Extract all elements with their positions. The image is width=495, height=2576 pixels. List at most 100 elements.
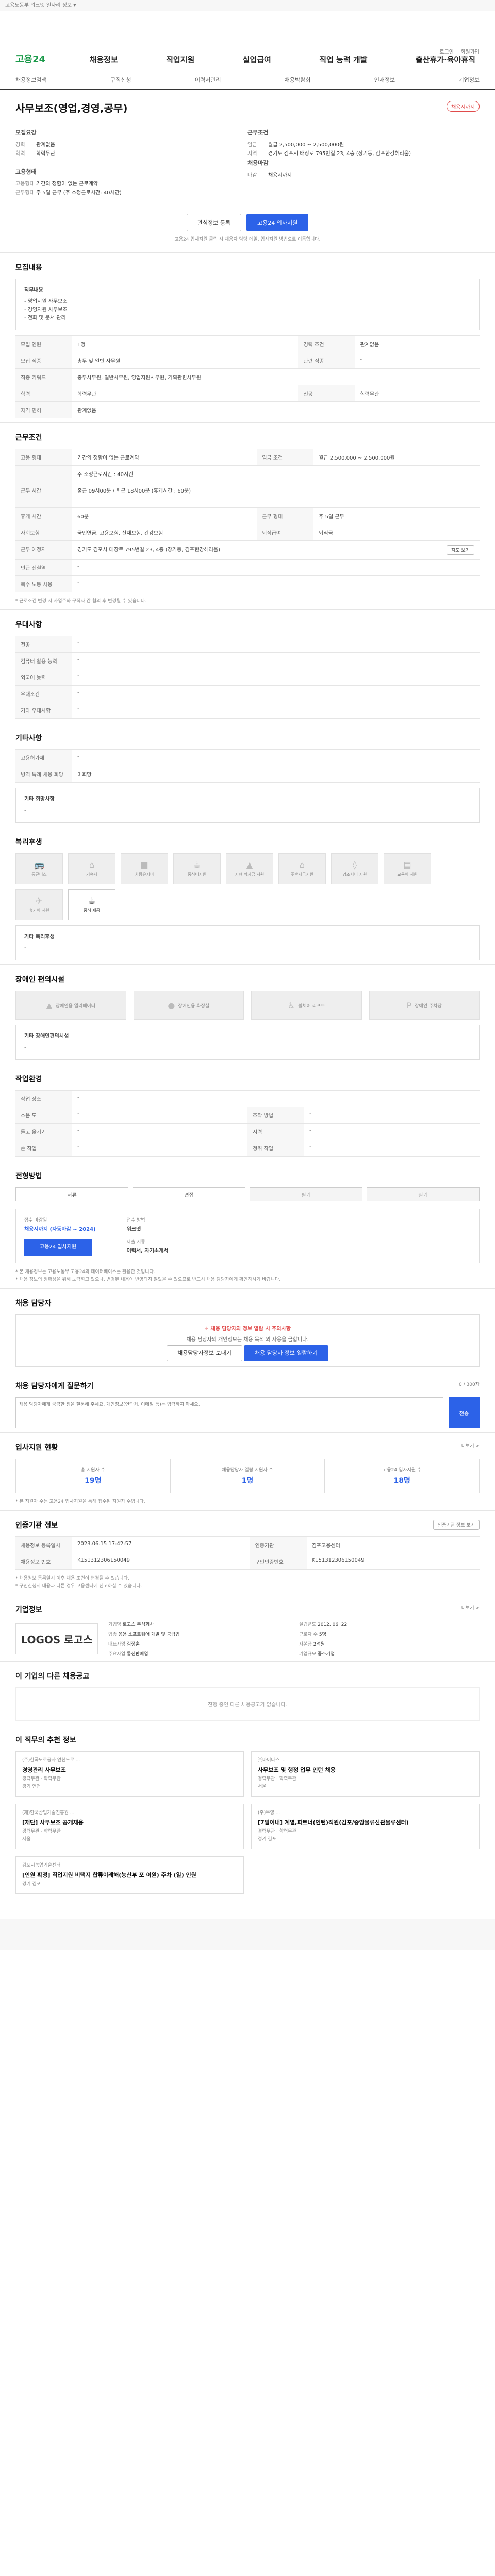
nav-career-support[interactable]: 직업지원 xyxy=(162,48,199,71)
job-title: 사무보조(영업,경영,공무) xyxy=(15,102,128,114)
table-row: 병역 특례 채용 희망 미희망 xyxy=(15,766,480,783)
subnav-apply[interactable]: 구직신청 xyxy=(110,71,131,89)
action-buttons: 관심정보 등록 고용24 입사지원 xyxy=(0,206,495,235)
table-row: 모집 직종 총무 및 일반 사무원 관련 직종 - xyxy=(15,352,480,369)
section-others: 이 기업의 다른 채용공고 진행 중인 다른 채용공고가 없습니다. xyxy=(0,1661,495,1725)
subnav-resume[interactable]: 이력서관리 xyxy=(195,71,221,89)
section-prefs: 우대사항 전공 - 컴퓨터 활용 능력 - 외국어 능력 - 우대조건 - 기타 우대사… xyxy=(0,609,495,723)
parking-icon: P xyxy=(406,1000,412,1010)
job-desc-table: 모집 인원 1명 경력 조건 관계없음 모집 직종 총무 및 일반 사무원 관련 직종 - … xyxy=(15,335,480,418)
summary-row: 근무형태 주 5일 근무 (주 소정근로시간: 40시간) xyxy=(15,190,122,196)
etc-box: 기타 희망사항 - xyxy=(15,788,480,823)
warning-icon: ⚠ xyxy=(204,1326,211,1332)
section-title: 전형방법 xyxy=(15,1172,42,1180)
welfare-item-active: ☕ 중식 제공 xyxy=(68,889,116,920)
home-icon: ⌂ xyxy=(299,860,305,870)
disability-box: 기타 장애인편의시설 - xyxy=(15,1025,480,1060)
summary-conditions: 근무조건 임금 월급 2,500,000 ~ 2,500,000원 지역 경기도 김… xyxy=(248,128,480,197)
welfare-item: ▲ 자녀 학자금 지원 xyxy=(226,853,273,884)
send-question-button[interactable]: 전송 xyxy=(449,1397,480,1428)
table-row: 학력 학력무관 전공 학력무관 xyxy=(15,385,480,402)
box-line: - 영업지원 사무보조 xyxy=(24,299,68,304)
table-row: 작업 장소 - xyxy=(15,1090,480,1107)
process-apply-button[interactable]: 고용24 입사지원 xyxy=(24,1239,92,1256)
welfare-box: 기타 복리후생 - xyxy=(15,925,480,960)
welfare-grid: 🚌 통근버스 ⌂ 기숙사 ■ 차량유지비 ☕ 중식비지원 ▲ 자녀 학자금 지원 ⌂ 주택자… xyxy=(15,853,480,920)
process-notes: * 본 채용정보는 고용노동부 고용24의 데이터베이스를 활용한 것입니다. … xyxy=(15,1269,281,1282)
table-row: 채용정보 등록일시 2023.06.15 17:42:57 인증기관 김포고용센터 xyxy=(15,1536,480,1553)
nav-unemployment[interactable]: 실업급여 xyxy=(239,48,275,71)
step-practical: 실기 xyxy=(367,1187,480,1201)
step-interview: 면접 xyxy=(133,1187,245,1201)
elevator-icon: ▲ xyxy=(46,1000,53,1010)
table-row: 근무 시간 출근 09시00분 / 퇴근 18시00분 (휴게시간 : 60분) xyxy=(15,482,480,508)
info-button[interactable]: 인증기관 정보 보기 xyxy=(433,1520,480,1530)
welfare-item: 🚌 통근버스 xyxy=(15,853,63,884)
facility-item: ▲ 장애인용 엘리베이터 xyxy=(15,991,126,1020)
send-contact-button[interactable]: 채용담당자정보 보내기 xyxy=(167,1345,242,1361)
table-row: 손 작업 - 청취 작업 - xyxy=(15,1140,480,1157)
similar-cards: (주)한국도로공사 연천도로 ... 경영관리 사무보조 경력무관 · 학력무관… xyxy=(15,1751,480,1894)
welfare-item: ⌂ 기숙사 xyxy=(68,853,116,884)
map-button[interactable]: 지도 보기 xyxy=(447,545,474,555)
signup-link[interactable]: 회원가입 xyxy=(460,49,480,55)
footer xyxy=(0,1919,495,1950)
step-written: 필기 xyxy=(250,1187,362,1201)
job-card[interactable]: (재)한국산업기술진흥원 ... [재단] 사무보조 공개채용 경력무관 · 학… xyxy=(15,1804,244,1849)
wheelchair-icon: ♿ xyxy=(287,1000,295,1010)
house-icon: ⌂ xyxy=(89,860,95,870)
table-row: 들고 옮기기 - 시력 - xyxy=(15,1123,480,1140)
subnav-fair[interactable]: 채용박람회 xyxy=(285,71,311,89)
char-count: 0 / 300자 xyxy=(459,1382,480,1387)
subnav-search[interactable]: 채용정보검색 xyxy=(15,71,47,89)
question-input[interactable] xyxy=(15,1397,443,1428)
site-logo[interactable]: 고용24 xyxy=(15,48,45,71)
header: 로그인 회원가입 xyxy=(0,11,495,55)
welfare-item: ⌂ 주택자금지원 xyxy=(278,853,326,884)
table-row: 우대조건 - xyxy=(15,685,480,702)
table-row: 근무 예정지 경기도 김포시 태장로 795번길 23, 4층 (장기동, 김포한… xyxy=(15,540,480,560)
summary-row: 지역 경기도 김포시 태장로 795번길 23, 4층 (장기동, 김포한강헤리움… xyxy=(248,151,411,157)
book-icon: ▤ xyxy=(403,860,411,870)
section-stats: 입사지원 현황 더보기 > 총 지원자 수 19명 채용담당자 열람 지원자 수 1명… xyxy=(0,1432,495,1510)
section-title: 입사지원 현황 더보기 > xyxy=(15,1442,480,1452)
box-line: - 경영지원 사무보조 xyxy=(24,307,68,313)
welfare-item: ◊ 경조사비 지원 xyxy=(331,853,378,884)
job-card[interactable]: (주)한국도로공사 연천도로 ... 경영관리 사무보조 경력무관 · 학력무관… xyxy=(15,1751,244,1797)
job-desc-box: 직무내용 - 영업지원 사무보조 - 경영지원 사무보조 - 전화 및 문서 관… xyxy=(15,279,480,330)
apply-button[interactable]: 고용24 입사지원 xyxy=(246,214,309,231)
job-card[interactable]: ㈜마이다스 ... 사무보조 및 행정 업무 인턴 채용 경력무관 · 학력무관… xyxy=(251,1751,480,1797)
section-title: 인증기관 정보 인증기관 정보 보기 xyxy=(15,1520,480,1530)
section-job-desc: 모집내용 직무내용 - 영업지원 사무보조 - 경영지원 사무보조 - 전화 및… xyxy=(0,252,495,422)
plane-icon: ✈ xyxy=(36,896,43,906)
section-process: 전형방법 서류 면접 필기 실기 접수 마감일 채용시까지 (자동마감 ~ 20… xyxy=(0,1161,495,1288)
login-link[interactable]: 로그인 xyxy=(439,49,454,55)
section-work-env: 작업환경 작업 장소 - 소음 도 - 조작 방법 - 들고 옮기기 - 시력 - 손 작업 -… xyxy=(0,1064,495,1161)
nav-jobs[interactable]: 채용정보 xyxy=(86,48,122,71)
company-more-link[interactable]: 더보기 > xyxy=(461,1604,480,1611)
etc-table: 고용허가제 - 병역 특례 채용 희망 미희망 xyxy=(15,749,480,783)
nav-training[interactable]: 직업 능력 개발 xyxy=(315,48,371,71)
view-contact-button[interactable]: 채용 담당자 정보 열람하기 xyxy=(244,1345,328,1361)
summary-row: 학력 학력무관 xyxy=(15,151,55,157)
empty-state: 진행 중인 다른 채용공고가 없습니다. xyxy=(15,1687,480,1721)
job-card[interactable]: (주)부영 ... [7일이내] 계열,파트너(인턴)직원(김포/중앙물류신관물… xyxy=(251,1804,480,1849)
job-title-area: 사무보조(영업,경영,공무) 채용시까지 xyxy=(0,90,495,120)
scrap-button[interactable]: 관심정보 등록 xyxy=(186,214,241,231)
subnav-talent[interactable]: 인재정보 xyxy=(374,71,395,89)
subnav-company[interactable]: 기업정보 xyxy=(458,71,479,89)
section-title: 이 기업의 다른 채용공고 xyxy=(15,1672,90,1681)
util-links: 로그인 회원가입 xyxy=(434,47,480,55)
more-link[interactable]: 더보기 > xyxy=(461,1442,480,1449)
stats-box: 총 지원자 수 19명 채용담당자 열람 지원자 수 1명 고용24 입사지원 수1… xyxy=(15,1459,480,1493)
facility-item: P 장애인 주차장 xyxy=(369,991,480,1020)
job-card[interactable]: 김포시농업기술센터 [인원 확정] 직업지원 비택지 합류이래해(농산부 포 이… xyxy=(15,1856,244,1894)
qna-form: 전송 xyxy=(15,1397,480,1428)
summary-label: 고용형태 xyxy=(15,168,37,175)
summary-row: 고용형태 기간의 정함이 없는 근로계약 xyxy=(15,181,98,187)
welfare-item: ✈ 휴가비 지원 xyxy=(15,889,63,920)
welfare-item: ▤ 교육비 지원 xyxy=(384,853,431,884)
table-row: 인근 전철역 - xyxy=(15,559,480,576)
summary-label: 모집요강 xyxy=(15,129,37,136)
contact-box: ⚠ 채용 담당자의 정보 열람 시 주의사항 채용 담당자의 개인정보는 채용 … xyxy=(15,1314,480,1367)
